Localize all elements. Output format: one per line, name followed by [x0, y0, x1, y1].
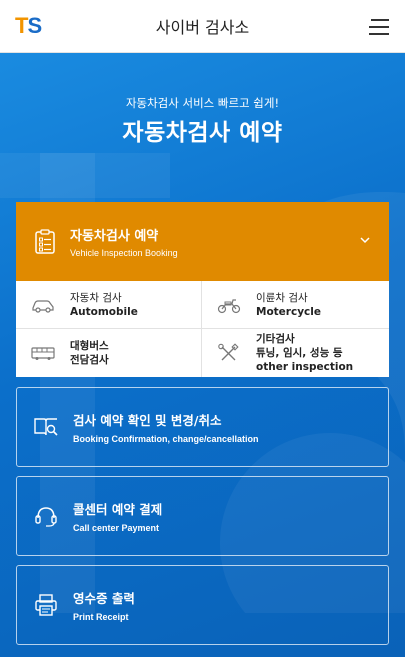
book-search-icon	[34, 418, 58, 436]
card-title: 검사 예약 확인 및 변경/취소	[73, 413, 222, 428]
option-sublabel-en: other inspection	[256, 361, 354, 373]
option-large-bus[interactable]: 대형버스 전담검사	[16, 329, 202, 377]
top-bar: TS 사이버 검사소	[0, 0, 405, 53]
option-sublabel: Motercycle	[256, 305, 321, 318]
booking-confirmation-card[interactable]: 검사 예약 확인 및 변경/취소 Booking Confirmation, c…	[16, 387, 389, 467]
option-label: 이륜차 검사	[256, 291, 308, 304]
option-sublabel: Automobile	[70, 305, 138, 318]
booking-panel: 자동차검사 예약 Vehicle Inspection Booking 자동차 …	[16, 202, 389, 377]
option-label: 대형버스	[70, 340, 109, 352]
booking-title: 자동차검사 예약	[70, 229, 159, 244]
print-receipt-card[interactable]: 영수증 출력 Print Receipt	[16, 565, 389, 645]
option-sublabel: 전담검사	[70, 354, 109, 366]
card-title: 콜센터 예약 결제	[73, 502, 163, 517]
option-label: 기타검사	[256, 333, 295, 345]
tools-icon	[218, 343, 239, 361]
card-title-en: Print Receipt	[73, 612, 129, 622]
page-title: 사이버 검사소	[155, 18, 250, 37]
hero-section: 자동차검사 서비스 빠르고 쉽게! 자동차검사 예약 자동차검사 예약 Vehi…	[0, 53, 405, 657]
call-center-payment-card[interactable]: 콜센터 예약 결제 Call center Payment	[16, 476, 389, 556]
ts-logo[interactable]: TS	[15, 13, 42, 38]
bus-icon	[31, 347, 55, 360]
hero-subtitle: 자동차검사 서비스 빠르고 쉽게!	[125, 96, 280, 110]
option-other-inspection[interactable]: 기타검사 튜닝, 임시, 성능 등 other inspection	[202, 329, 389, 377]
chevron-down-icon	[360, 237, 370, 244]
option-automobile[interactable]: 자동차 검사 Automobile	[16, 281, 202, 329]
card-title: 영수증 출력	[73, 591, 135, 606]
logo-letter-t: T	[15, 13, 28, 38]
booking-title-en: Vehicle Inspection Booking	[70, 248, 178, 258]
car-icon	[32, 299, 54, 313]
printer-icon	[35, 594, 57, 616]
hamburger-menu-icon[interactable]	[369, 19, 389, 35]
motorcycle-icon	[217, 298, 241, 313]
booking-options-grid: 자동차 검사 Automobile 이륜차 검사 Motercycle 대형버스…	[16, 281, 389, 377]
logo-letter-s: S	[27, 13, 42, 38]
option-motorcycle[interactable]: 이륜차 검사 Motercycle	[202, 281, 389, 329]
card-title-en: Booking Confirmation, change/cancellatio…	[73, 434, 259, 444]
option-label: 자동차 검사	[70, 291, 122, 304]
hero-headline: 자동차검사 예약	[122, 120, 283, 146]
headset-icon	[35, 507, 57, 527]
booking-accordion-header[interactable]: 자동차검사 예약 Vehicle Inspection Booking	[16, 202, 389, 281]
card-title-en: Call center Payment	[73, 523, 160, 533]
checklist-icon	[35, 228, 55, 254]
option-sublabel: 튜닝, 임시, 성능 등	[256, 347, 343, 359]
